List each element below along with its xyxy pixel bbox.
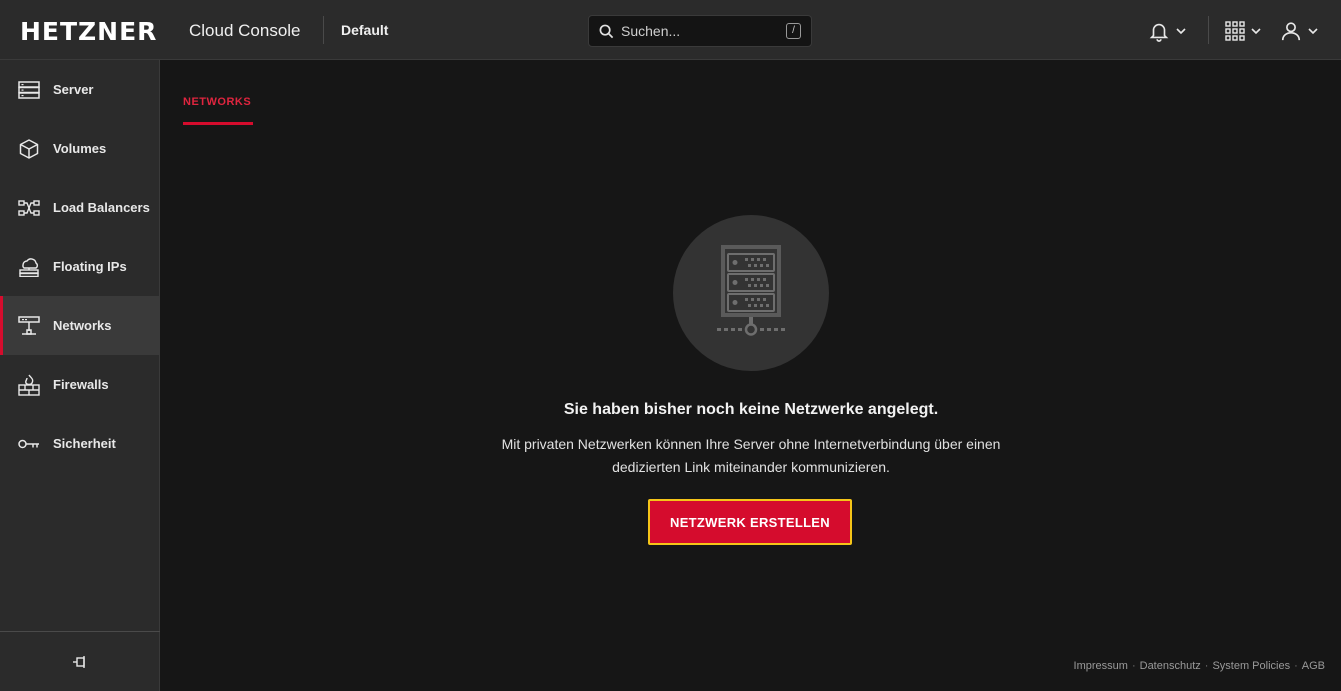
apps-menu[interactable] <box>1225 18 1261 44</box>
hetzner-logo[interactable]: HETZNER <box>20 17 157 46</box>
sidebar-item-networks[interactable]: Networks <box>0 296 160 355</box>
footer-separator: · <box>1131 660 1136 672</box>
header-divider <box>323 16 324 44</box>
bell-icon <box>1149 23 1169 42</box>
sidebar-item-volumes[interactable]: Volumes <box>0 119 160 178</box>
key-icon <box>18 433 40 455</box>
notifications-menu[interactable] <box>1148 18 1186 44</box>
header-divider-right <box>1208 16 1209 44</box>
footer-link-system-policies[interactable]: System Policies <box>1212 660 1290 672</box>
sidebar-item-label: Networks <box>53 318 112 333</box>
sidebar-item-floating-ips[interactable]: Floating IPs <box>0 237 160 296</box>
footer-link-agb[interactable]: AGB <box>1302 660 1325 672</box>
sidebar-pin-toggle[interactable] <box>0 631 160 691</box>
chevron-down-icon <box>1176 28 1186 35</box>
sidebar-item-label: Load Balancers <box>53 200 150 215</box>
app-title[interactable]: Cloud Console <box>189 21 301 41</box>
floating-ip-icon <box>18 256 40 278</box>
pin-icon <box>73 655 85 668</box>
user-icon <box>1281 22 1301 41</box>
sidebar-item-label: Firewalls <box>53 377 109 392</box>
sidebar-item-load-balancers[interactable]: Load Balancers <box>0 178 160 237</box>
create-network-button[interactable]: NETZWERK ERSTELLEN <box>648 499 852 545</box>
grid-icon <box>1225 21 1245 41</box>
sidebar-item-firewalls[interactable]: Firewalls <box>0 355 160 414</box>
user-menu[interactable] <box>1280 18 1318 44</box>
search-shortcut-hint: / <box>786 23 801 39</box>
footer-links: Impressum · Datenschutz · System Policie… <box>1074 660 1325 672</box>
footer-separator: · <box>1204 660 1209 672</box>
footer-link-impressum[interactable]: Impressum <box>1074 660 1128 672</box>
firewall-icon <box>18 374 40 396</box>
network-icon <box>18 315 40 337</box>
cube-icon <box>18 138 40 160</box>
load-balancer-icon <box>18 197 40 219</box>
chevron-down-icon <box>1251 28 1261 35</box>
sidebar: Server Volumes Load Balancers Floating I… <box>0 60 160 691</box>
empty-state-description: Mit privaten Netzwerken können Ihre Serv… <box>501 436 1001 475</box>
sidebar-item-label: Floating IPs <box>53 259 127 274</box>
main-content: NETWORKS Sie haben bisher noch keine Net… <box>161 60 1341 691</box>
empty-state-title: Sie haben bisher noch keine Netzwerke an… <box>563 401 939 418</box>
chevron-down-icon <box>1308 28 1318 35</box>
empty-state-illustration <box>673 215 829 371</box>
sidebar-item-server[interactable]: Server <box>0 60 160 119</box>
footer-link-datenschutz[interactable]: Datenschutz <box>1140 660 1201 672</box>
search-icon <box>599 24 614 39</box>
tab-active-indicator <box>183 122 253 125</box>
search-input[interactable] <box>621 21 771 41</box>
project-selector[interactable]: Default <box>341 22 388 38</box>
sidebar-item-label: Server <box>53 82 94 97</box>
search-box[interactable]: / <box>588 15 812 47</box>
server-icon <box>18 79 40 101</box>
footer-separator: · <box>1294 660 1298 672</box>
server-network-icon <box>717 245 785 336</box>
sidebar-item-label: Sicherheit <box>53 436 116 451</box>
sidebar-item-security[interactable]: Sicherheit <box>0 414 160 473</box>
top-bar: HETZNER Cloud Console Default / <box>0 0 1341 60</box>
sidebar-item-label: Volumes <box>53 141 107 156</box>
tab-networks[interactable]: NETWORKS <box>183 96 251 108</box>
